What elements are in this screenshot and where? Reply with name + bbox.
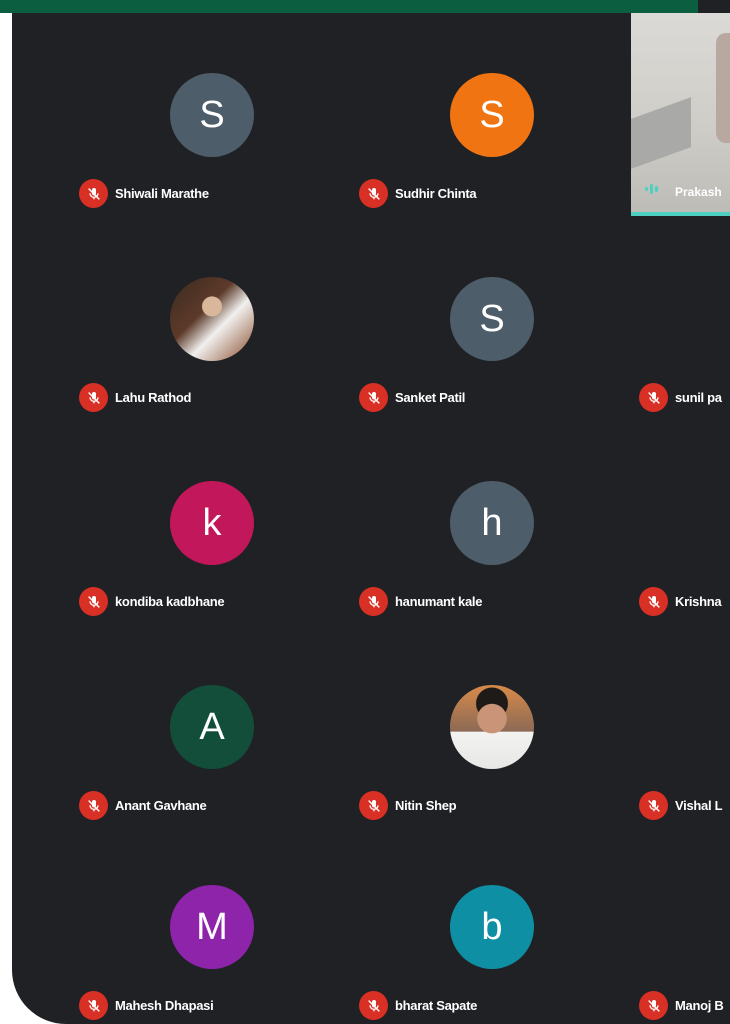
participant-name: Prakash — [675, 185, 722, 199]
mic-off-icon — [639, 383, 668, 412]
participant-tile[interactable]: sunil pa — [572, 217, 730, 421]
participant-name: Anant Gavhane — [115, 798, 207, 813]
name-bar: Vishal L — [639, 791, 723, 820]
name-bar: kondiba kadbhane — [79, 587, 225, 616]
name-bar: sunil pa — [639, 383, 722, 412]
participant-name: hanumant kale — [395, 594, 483, 609]
participant-tile[interactable]: Lahu Rathod — [12, 217, 292, 421]
participant-name: kondiba kadbhane — [115, 594, 225, 609]
name-bar: hanumant kale — [359, 587, 482, 616]
avatar: k — [170, 481, 254, 565]
name-bar: Krishna — [639, 587, 722, 616]
participant-name: Sudhir Chinta — [395, 186, 477, 201]
mic-off-icon — [359, 587, 388, 616]
participant-name: Nitin Shep — [395, 798, 457, 813]
name-bar: Nitin Shep — [359, 791, 457, 820]
avatar: A — [170, 685, 254, 769]
avatar: S — [450, 277, 534, 361]
mic-off-icon — [359, 383, 388, 412]
participant-tile[interactable]: b bharat Sapate — [292, 829, 572, 1024]
name-bar: Lahu Rathod — [79, 383, 191, 412]
mic-off-icon — [359, 179, 388, 208]
audio-wave-icon — [645, 184, 658, 194]
participant-name: Sanket Patil — [395, 390, 466, 405]
top-bar-dark — [698, 0, 730, 13]
avatar: S — [450, 73, 534, 157]
name-bar: bharat Sapate — [359, 991, 477, 1020]
avatar: S — [170, 73, 254, 157]
participant-tile[interactable]: Krishna — [572, 421, 730, 625]
name-bar: Sudhir Chinta — [359, 179, 477, 208]
participant-tile[interactable]: Vishal L — [572, 625, 730, 829]
video-background-shape — [631, 97, 691, 169]
participant-tile[interactable]: S Sudhir Chinta — [292, 13, 572, 217]
participant-tile[interactable]: k kondiba kadbhane — [12, 421, 292, 625]
participant-tile[interactable]: Manoj B — [572, 829, 730, 1024]
participant-name: Manoj B — [675, 998, 724, 1013]
speaking-indicator — [631, 212, 730, 216]
participant-tile[interactable]: Nitin Shep — [292, 625, 572, 829]
mic-off-icon — [79, 991, 108, 1020]
top-bar — [0, 0, 698, 13]
participant-tile[interactable]: S Shiwali Marathe — [12, 13, 292, 217]
participant-name: Mahesh Dhapasi — [115, 998, 214, 1013]
name-bar: Shiwali Marathe — [79, 179, 209, 208]
mic-off-icon — [79, 179, 108, 208]
participant-name: Lahu Rathod — [115, 390, 192, 405]
participant-name: Vishal L — [675, 798, 723, 813]
participant-name: bharat Sapate — [395, 998, 478, 1013]
avatar-photo — [450, 685, 534, 769]
participant-name: sunil pa — [675, 390, 722, 405]
mic-off-icon — [639, 587, 668, 616]
participant-name: Shiwali Marathe — [115, 186, 209, 201]
video-person-shape — [716, 33, 730, 143]
participant-tile[interactable]: S Sanket Patil — [292, 217, 572, 421]
participant-tile[interactable]: M Mahesh Dhapasi — [12, 829, 292, 1024]
avatar: M — [170, 885, 254, 969]
mic-off-icon — [359, 791, 388, 820]
mic-off-icon — [79, 587, 108, 616]
avatar-photo — [170, 277, 254, 361]
video-tile[interactable]: Prakash — [631, 13, 730, 216]
mic-off-icon — [79, 383, 108, 412]
mic-off-icon — [639, 991, 668, 1020]
participant-tile[interactable]: A Anant Gavhane — [12, 625, 292, 829]
mic-off-icon — [79, 791, 108, 820]
name-bar: Sanket Patil — [359, 383, 465, 412]
avatar: b — [450, 885, 534, 969]
mic-off-icon — [639, 791, 668, 820]
mic-off-icon — [359, 991, 388, 1020]
name-bar: Mahesh Dhapasi — [79, 991, 214, 1020]
participant-grid: S Shiwali Marathe S Sudhir Chinta Prakas… — [12, 13, 730, 1024]
avatar: h — [450, 481, 534, 565]
name-bar: Manoj B — [639, 991, 724, 1020]
participant-name: Krishna — [675, 594, 722, 609]
participant-tile[interactable]: h hanumant kale — [292, 421, 572, 625]
name-bar: Anant Gavhane — [79, 791, 207, 820]
